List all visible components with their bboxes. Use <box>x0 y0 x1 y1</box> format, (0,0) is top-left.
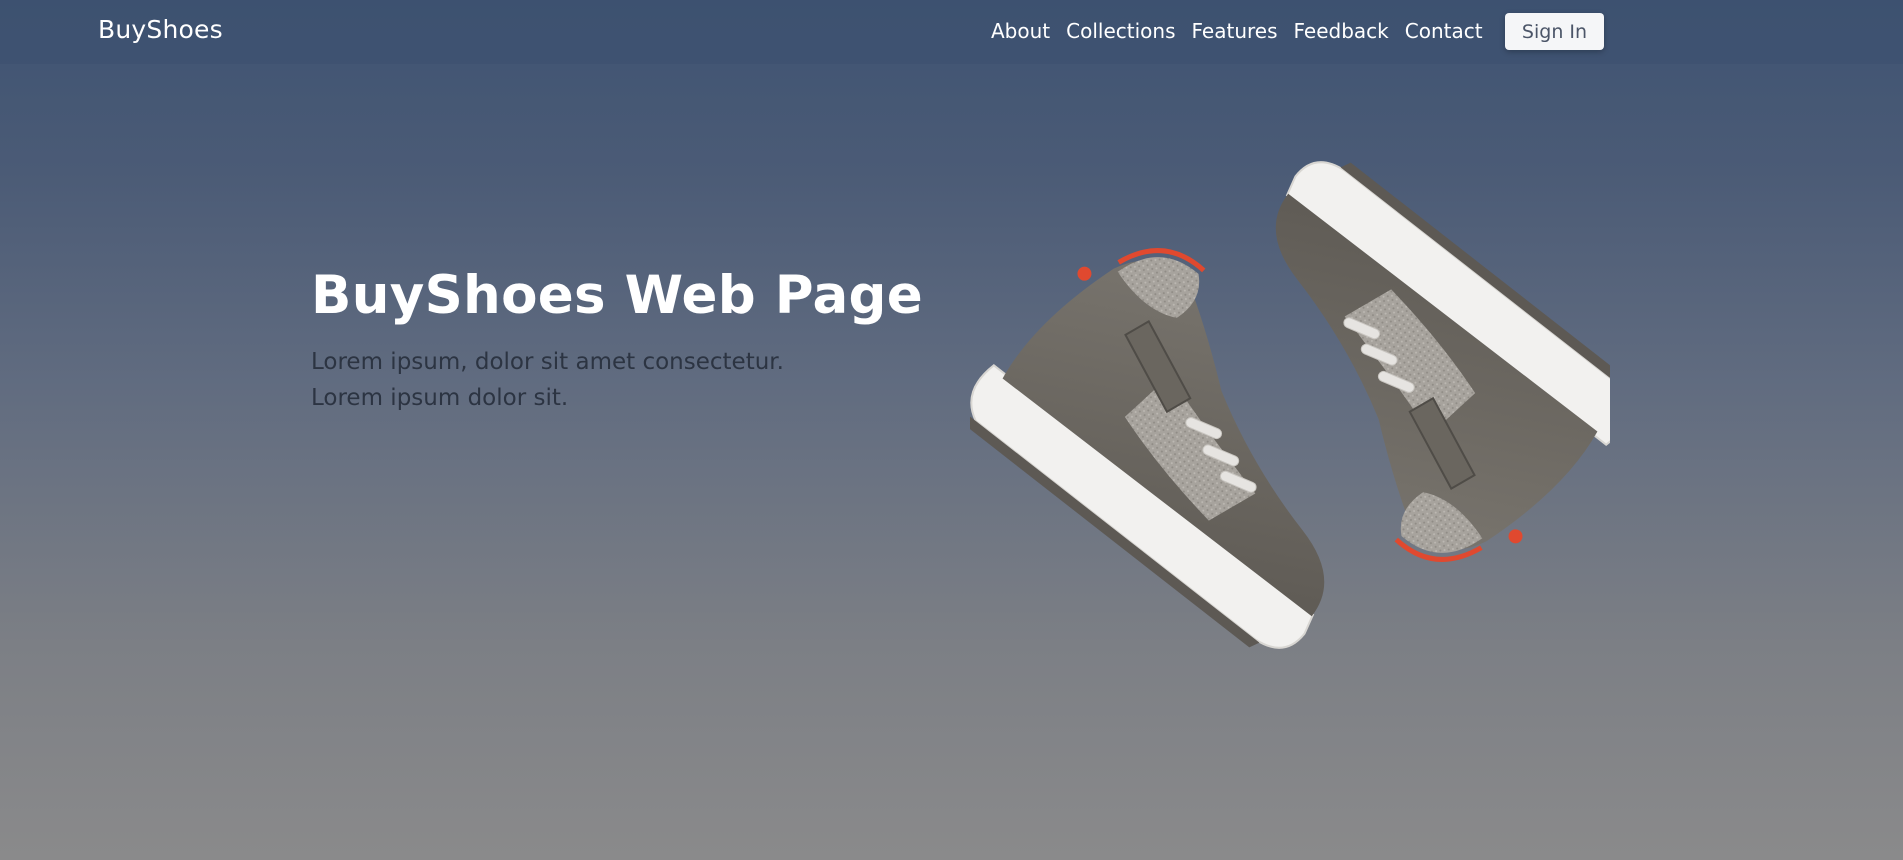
hero-subtitle-line-1: Lorem ipsum, dolor sit amet consectetur. <box>311 349 784 375</box>
hero-title: BuyShoes Web Page <box>311 265 924 326</box>
sneakers-image <box>970 161 1610 649</box>
nav-link-features[interactable]: Features <box>1192 19 1278 43</box>
sign-in-button[interactable]: Sign In <box>1505 13 1604 50</box>
nav-link-feedback[interactable]: Feedback <box>1294 19 1389 43</box>
hero-subtitle: Lorem ipsum, dolor sit amet consectetur.… <box>311 344 784 416</box>
brand-logo[interactable]: BuyShoes <box>98 15 223 44</box>
navbar: BuyShoes About Collections Features Feed… <box>0 0 1903 64</box>
hero-subtitle-line-2: Lorem ipsum dolor sit. <box>311 385 569 411</box>
nav-link-about[interactable]: About <box>991 19 1050 43</box>
nav-link-contact[interactable]: Contact <box>1405 19 1483 43</box>
nav-link-collections[interactable]: Collections <box>1066 19 1175 43</box>
nav-links: About Collections Features Feedback Cont… <box>991 19 1499 43</box>
